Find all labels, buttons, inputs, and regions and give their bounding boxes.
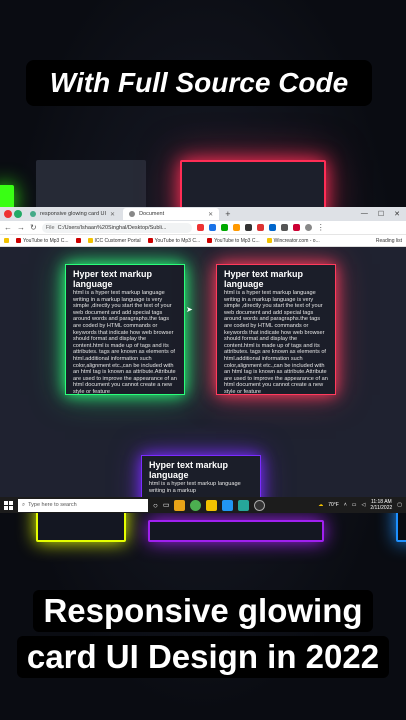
clock[interactable]: 11:18 AM 2/11/2022 xyxy=(370,499,392,511)
glowing-card-green: Hyper text markup language html is a hyp… xyxy=(65,264,185,395)
favicon-icon xyxy=(129,211,136,217)
taskbar-search-input[interactable]: ⌕ Type here to search xyxy=(18,498,148,512)
card-title: Hyper text markup language xyxy=(224,269,304,289)
extension-icon[interactable] xyxy=(196,224,204,231)
bookmark-item[interactable]: YouTube to Mp3 C... xyxy=(16,238,69,244)
headline-bottom: Responsive glowing card UI Design in 202… xyxy=(0,586,406,678)
reload-icon[interactable]: ↻ xyxy=(30,223,37,232)
app-icon xyxy=(14,210,22,218)
bookmark-item[interactable]: YouTube to Mp3 C... xyxy=(207,238,260,244)
tab-label: responsive glowing card UI xyxy=(40,211,107,217)
tab-bar: responsive glowing card UI ✕ Document ✕ … xyxy=(0,207,406,221)
tab-responsive-glowing-card[interactable]: responsive glowing card UI ✕ xyxy=(24,208,121,220)
date: 2/11/2022 xyxy=(370,505,393,511)
chrome-icon[interactable] xyxy=(190,499,202,511)
app-icon xyxy=(4,210,12,218)
search-icon: ⌕ xyxy=(22,501,26,508)
card-title: Hyper text markup language xyxy=(73,269,153,289)
file-explorer-icon[interactable] xyxy=(174,499,186,511)
bookmark-label: YouTube to Mp3 C... xyxy=(154,237,201,244)
apps-icon xyxy=(4,238,9,243)
extension-icon[interactable] xyxy=(292,224,300,231)
folder-icon[interactable] xyxy=(206,499,218,511)
cortana-icon[interactable]: ○ xyxy=(153,501,158,510)
bookmark-label: YouTube to Mp3 C... xyxy=(214,237,260,244)
apps-bookmark[interactable] xyxy=(4,238,9,243)
bookmark-item[interactable] xyxy=(75,238,81,243)
profile-avatar[interactable] xyxy=(304,224,312,231)
weather-icon: ☁ xyxy=(318,502,324,508)
app-icon[interactable] xyxy=(254,499,266,511)
volume-icon[interactable]: ◁ xyxy=(362,502,366,508)
window-controls: — ☐ ✕ xyxy=(361,210,406,218)
close-window-button[interactable]: ✕ xyxy=(394,210,400,218)
bookmark-label: ICC Customer Portal xyxy=(94,237,141,244)
url-field[interactable]: File C:/Users/Ishaan%20Singhal/Desktop/S… xyxy=(41,222,192,233)
headline-bottom-line-2: card UI Design in 2022 xyxy=(16,636,390,678)
headline-top: With Full Source Code xyxy=(26,60,372,106)
bookmark-item[interactable]: ICC Customer Portal xyxy=(87,237,141,244)
extension-icon[interactable] xyxy=(256,224,264,231)
app-icon[interactable] xyxy=(222,499,234,511)
system-tray: ☁ 70°F ˄ ▭ ◁ 11:18 AM 2/11/2022 ▢ xyxy=(318,499,402,511)
minimize-button[interactable]: — xyxy=(361,210,368,218)
file-label: File xyxy=(45,224,55,231)
task-view-icon[interactable]: ▭ xyxy=(163,501,170,509)
back-icon[interactable]: ← xyxy=(4,223,12,232)
bookmark-label: YouTube to Mp3 C... xyxy=(23,237,69,244)
chevron-up-icon[interactable]: ˄ xyxy=(344,502,347,508)
maximize-button[interactable]: ☐ xyxy=(378,210,384,218)
extension-icon[interactable] xyxy=(280,224,288,231)
forward-icon[interactable]: → xyxy=(17,223,25,232)
card-title: Hyper text markup language xyxy=(149,460,229,480)
menu-icon[interactable]: ⋮ xyxy=(317,223,325,232)
reading-list-label: Reading list xyxy=(375,237,402,244)
browser-window: responsive glowing card UI ✕ Document ✕ … xyxy=(0,207,406,497)
tab-document[interactable]: Document ✕ xyxy=(123,208,220,220)
card-body: html is a hyper text markup language wri… xyxy=(73,290,177,395)
video-frame: With Full Source Code responsive glowing… xyxy=(0,0,406,720)
mouse-cursor-icon: ➤ xyxy=(186,305,193,314)
bookmark-item[interactable]: YouTube to Mp3 C... xyxy=(147,237,201,244)
bookmark-label: Wincreator.com - o... xyxy=(273,237,320,244)
headline-top-text: With Full Source Code xyxy=(49,67,349,98)
search-placeholder: Type here to search xyxy=(28,502,77,508)
bookmarks-bar: YouTube to Mp3 C... ICC Customer Portal … xyxy=(0,235,406,247)
notification-icon[interactable]: ▢ xyxy=(397,502,402,508)
glowing-card-purple: Hyper text markup language html is a hyp… xyxy=(141,455,261,497)
youtube-icon xyxy=(75,238,81,243)
youtube-icon xyxy=(207,238,213,243)
extension-icon[interactable] xyxy=(268,224,276,231)
site-icon xyxy=(266,238,272,243)
page-viewport: Hyper text markup language html is a hyp… xyxy=(0,247,406,497)
windows-taskbar: ⌕ Type here to search ○ ▭ ☁ 70°F ˄ ▭ ◁ 1… xyxy=(0,497,406,513)
close-icon[interactable]: ✕ xyxy=(208,211,213,218)
extension-icon[interactable] xyxy=(232,224,240,231)
headline-bottom-line-1: Responsive glowing xyxy=(33,590,373,632)
new-tab-button[interactable]: + xyxy=(225,209,230,219)
address-bar-row: ← → ↻ File C:/Users/Ishaan%20Singhal/Des… xyxy=(0,221,406,235)
extension-icon[interactable] xyxy=(220,224,228,231)
bookmark-item[interactable]: Wincreator.com - o... xyxy=(266,237,320,244)
reading-list-button[interactable]: Reading list xyxy=(376,238,402,244)
folder-icon xyxy=(87,238,93,243)
youtube-icon xyxy=(147,238,153,243)
extension-icon[interactable] xyxy=(244,224,252,231)
tab-label: Document xyxy=(139,211,165,217)
youtube-icon xyxy=(16,238,21,243)
close-icon[interactable]: ✕ xyxy=(110,211,115,218)
favicon-icon xyxy=(30,211,36,217)
windows-start-icon[interactable] xyxy=(4,500,13,510)
weather-temp[interactable]: 70°F xyxy=(328,502,339,508)
app-icon[interactable] xyxy=(238,499,250,511)
background-card-purple-glow xyxy=(148,520,324,542)
extension-icon[interactable] xyxy=(208,224,216,231)
network-icon[interactable]: ▭ xyxy=(352,502,357,508)
card-body: html is a hyper text markup language wri… xyxy=(224,290,328,395)
url-text: C:/Users/Ishaan%20Singhal/Desktop/Subli.… xyxy=(57,224,167,231)
card-body: html is a hyper text markup language wri… xyxy=(149,481,241,494)
glowing-card-red: Hyper text markup language html is a hyp… xyxy=(216,264,336,395)
